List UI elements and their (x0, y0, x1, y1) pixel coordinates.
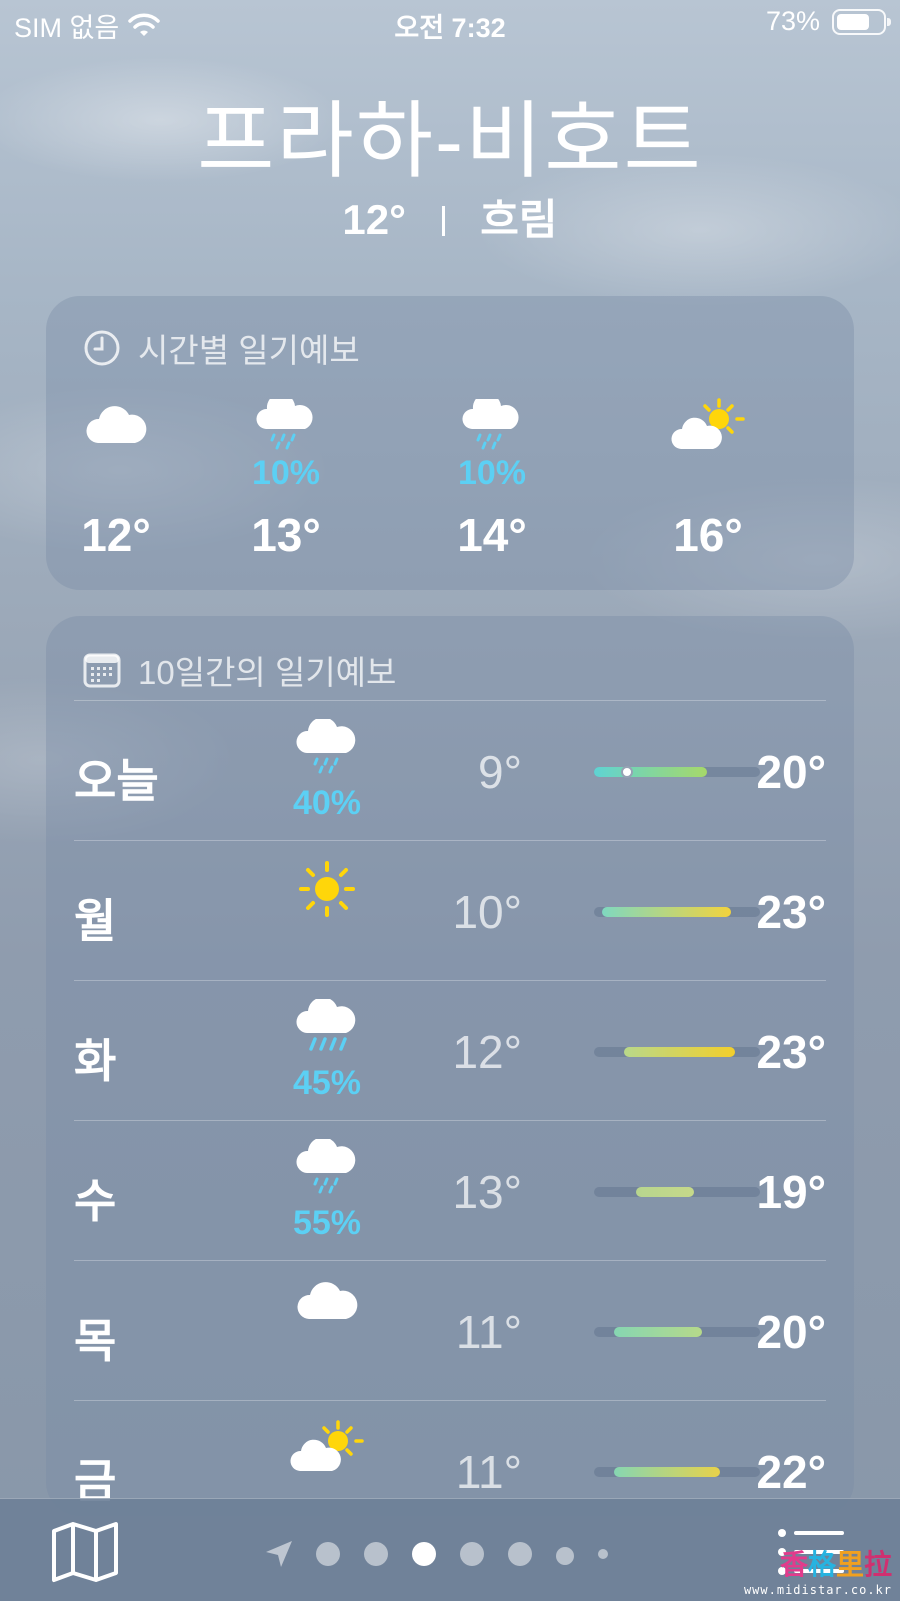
day-label: 오늘 (74, 755, 159, 807)
temp-range-fill (614, 1327, 702, 1337)
low-temp: 13° (452, 1166, 522, 1218)
city-name: 프라하-비호트 (197, 94, 703, 188)
temp-range-fill (624, 1047, 735, 1057)
temp-range-bar (594, 1047, 760, 1057)
low-temp: 10° (452, 886, 522, 938)
day-label: 수 (74, 1175, 117, 1227)
daily-row[interactable]: 화 45% 12° 23° (74, 980, 826, 1123)
temp-range-bar (594, 766, 760, 778)
cloud-rain-icon (252, 1137, 402, 1202)
day-weather (252, 1279, 402, 1330)
precip-chance: 40% (292, 784, 362, 822)
clock-icon (84, 330, 120, 366)
page-dot[interactable] (556, 1546, 574, 1565)
cloud-rain-heavy-icon (252, 997, 402, 1062)
page-dot[interactable] (412, 1542, 436, 1566)
separator (441, 206, 445, 236)
hourly-item: 12° (46, 396, 186, 562)
temp-range-bar (594, 907, 760, 917)
day-weather: 55% (252, 1137, 402, 1243)
temp-range-bar (594, 1467, 760, 1477)
precip-chance: 10% (251, 454, 321, 492)
page-dot[interactable] (460, 1542, 484, 1566)
high-temp: 20° (756, 746, 826, 798)
high-temp: 23° (756, 886, 826, 938)
hourly-temp: 12° (81, 509, 151, 561)
hourly-temp: 16° (673, 509, 743, 561)
battery-percent: 73% (765, 6, 820, 36)
precip-chance: 45% (292, 1064, 362, 1102)
daily-header: 10일간의 일기예보 (46, 616, 854, 694)
day-weather: 40% (252, 717, 402, 823)
daily-row[interactable]: 오늘 40% 9° 20° (74, 700, 826, 843)
low-temp: 12° (452, 1026, 522, 1078)
watermark-url: www.midistar.co.kr (743, 1583, 892, 1597)
location-arrow-icon[interactable] (262, 1537, 296, 1571)
daily-row[interactable]: 월 10° 23° (74, 840, 826, 983)
daily-title: 10일간의 일기예보 (138, 654, 397, 691)
day-weather (252, 1419, 402, 1482)
daily-row[interactable]: 수 55% 13° 19° (74, 1120, 826, 1263)
temp-range-bar (594, 1327, 760, 1337)
watermark: 香格里拉 www.midistar.co.kr (744, 1543, 892, 1597)
high-temp: 19° (756, 1166, 826, 1218)
high-temp: 22° (756, 1446, 826, 1498)
precip-chance (46, 454, 186, 498)
cloud-drizzle-icon (422, 396, 562, 454)
hourly-temp: 13° (251, 509, 321, 561)
watermark-logo: 香格里拉 (779, 1548, 892, 1581)
page-dot[interactable] (508, 1542, 532, 1566)
page-dot[interactable] (598, 1549, 608, 1559)
temp-range-fill (614, 1467, 720, 1477)
high-temp: 23° (756, 1026, 826, 1078)
page-dot[interactable] (316, 1542, 340, 1566)
calendar-icon (83, 653, 121, 688)
precip-chance: 10% (457, 454, 527, 492)
hourly-item: 10% 13° (216, 396, 356, 562)
day-label: 월 (74, 895, 117, 947)
status-right: 73% (765, 6, 891, 37)
temp-range-fill (594, 767, 707, 777)
page-indicator[interactable] (262, 1537, 632, 1571)
day-label: 목 (74, 1315, 117, 1367)
partly-sunny-icon (638, 396, 778, 454)
low-temp: 9° (478, 746, 522, 798)
day-label: 화 (74, 1035, 117, 1087)
daily-forecast-card[interactable]: 10일간의 일기예보 오늘 40% 9° 20° 월 10° 23° 화 45% 12° 23° 수 5… (46, 616, 854, 1516)
current-temp-dot (621, 766, 633, 778)
partly-sunny-icon (252, 1419, 402, 1480)
hourly-temp: 14° (457, 509, 527, 561)
hourly-title: 시간별 일기예보 (138, 332, 360, 369)
hourly-forecast-card[interactable]: 시간별 일기예보 12° 10% 13° 10% 14° 16° (46, 296, 854, 590)
low-temp: 11° (455, 1446, 522, 1498)
page-dot[interactable] (364, 1542, 388, 1566)
day-weather: 45% (252, 997, 402, 1103)
hourly-item: 10% 14° (422, 396, 562, 562)
temp-range-fill (636, 1187, 694, 1197)
hourly-item: 16° (638, 396, 778, 562)
status-bar: SIM 없음 오전 7:32 73% (0, 0, 900, 44)
battery-level (837, 13, 870, 30)
cloud-icon (252, 1279, 402, 1328)
current-conditions: 12° 흐림 (0, 186, 900, 247)
cloud-drizzle-icon (216, 396, 356, 454)
map-icon[interactable] (50, 1521, 120, 1583)
temp-range-bar (594, 1187, 760, 1197)
current-temp: 12° (342, 196, 406, 243)
condition-text: 흐림 (480, 196, 558, 243)
precip-chance: 55% (292, 1204, 362, 1242)
day-weather (252, 859, 402, 926)
bottom-toolbar: 香格里拉 www.midistar.co.kr (0, 1498, 900, 1601)
cloud-icon (46, 396, 186, 454)
sun-icon (252, 859, 402, 924)
battery-icon (832, 8, 891, 35)
hourly-header: 시간별 일기예보 (46, 296, 854, 372)
precip-chance (638, 454, 778, 498)
cloud-rain-icon (252, 717, 402, 782)
daily-row[interactable]: 목 11° 20° (74, 1260, 826, 1403)
low-temp: 11° (455, 1306, 522, 1358)
high-temp: 20° (756, 1306, 826, 1358)
temp-range-fill (602, 907, 731, 917)
